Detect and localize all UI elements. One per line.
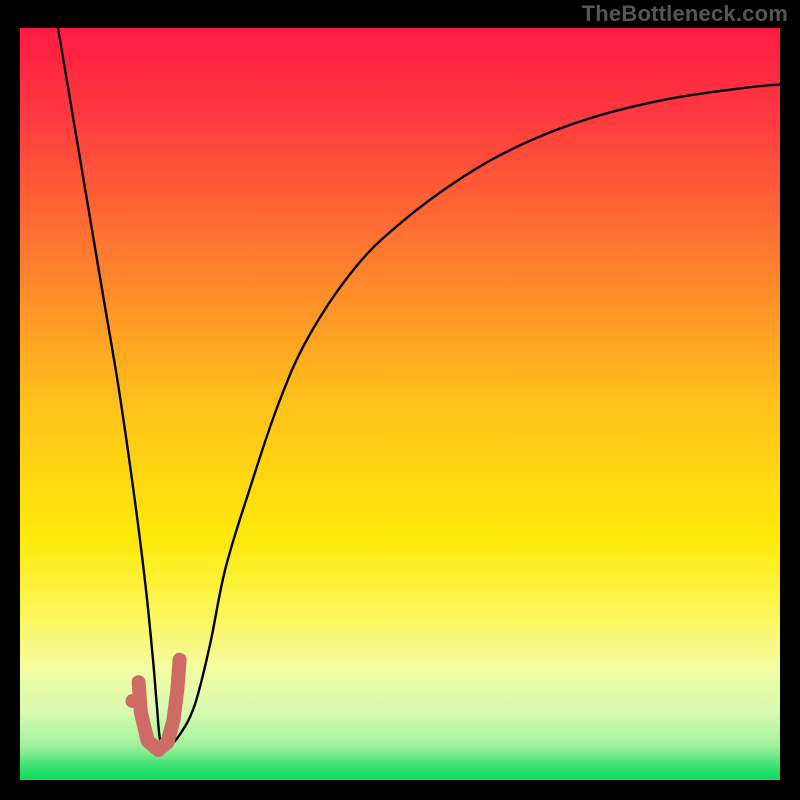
watermark-label: TheBottleneck.com — [582, 0, 788, 28]
gradient-background — [20, 28, 780, 780]
plot-area — [20, 28, 780, 780]
chart-frame: TheBottleneck.com — [0, 0, 800, 800]
optimum-marker-dot — [125, 694, 139, 708]
chart-svg — [20, 28, 780, 780]
